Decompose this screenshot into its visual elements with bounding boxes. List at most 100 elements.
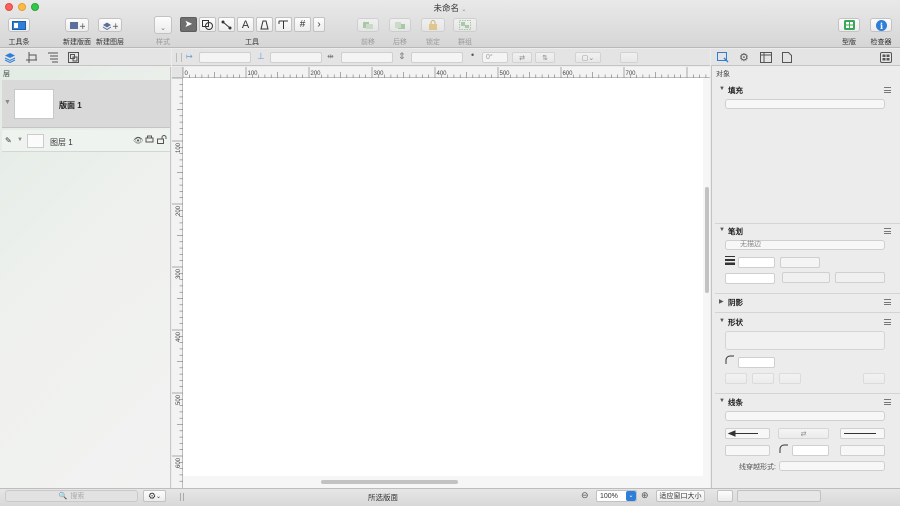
line-hop-label: 线穿越形式: [739, 464, 776, 471]
stroke-menu-icon[interactable] [884, 228, 891, 234]
canvases-tab[interactable] [26, 52, 37, 65]
layers-tab[interactable] [4, 52, 16, 65]
new-layer-button[interactable]: + [98, 18, 122, 32]
horizontal-ruler: 0 100 200 300 400 500 600 700 [172, 67, 710, 78]
style-button[interactable]: ⌄ [154, 16, 172, 34]
lock-button[interactable] [421, 18, 445, 32]
pencil-edit-icon[interactable]: ✎ [5, 136, 12, 145]
height-field[interactable] [411, 52, 463, 63]
shadow-disclosure-icon[interactable]: ▶ [719, 298, 724, 305]
zoom-out-icon[interactable]: ⊖ [581, 490, 589, 501]
group-button[interactable] [453, 18, 477, 32]
align-popup-button[interactable]: ▢⌄ [575, 52, 601, 63]
fill-menu-icon[interactable] [884, 87, 891, 93]
stroke-color-well[interactable] [780, 257, 820, 268]
flip-horizontal-button[interactable]: ⇄ [512, 52, 532, 63]
inspector-footer-field[interactable] [737, 490, 821, 502]
style-label: 样式 [156, 39, 170, 46]
window-title[interactable]: 未命名 ⌄ [0, 2, 900, 14]
stroke-width-field[interactable] [738, 257, 775, 268]
horizontal-scrollbar[interactable] [321, 480, 458, 484]
fill-disclosure-icon[interactable]: ▼ [719, 86, 725, 92]
diagram-text-tool-button[interactable] [275, 17, 292, 32]
layout-label: 型版 [842, 39, 856, 46]
gear-icon[interactable]: ⚙ [739, 51, 749, 64]
inspector-footer-button[interactable] [717, 490, 733, 502]
zoom-popup[interactable]: 100% ⌄ [596, 490, 637, 502]
layout-button[interactable] [838, 18, 860, 32]
line-bend-field[interactable] [792, 445, 829, 456]
text-tool-button[interactable]: A [237, 17, 254, 32]
shape-menu-icon[interactable] [884, 319, 891, 325]
corner-radius-field[interactable] [738, 357, 775, 368]
line-tail-popup[interactable] [840, 428, 885, 439]
document-tab[interactable] [782, 52, 792, 65]
shadow-menu-icon[interactable] [884, 299, 891, 305]
zoom-value: 100% [600, 493, 618, 500]
flip-vertical-button[interactable]: ⇅ [535, 52, 555, 63]
line-tail-scale-field[interactable] [840, 445, 885, 456]
toolbar-toggle-button[interactable] [8, 18, 30, 32]
stroke-disclosure-icon[interactable]: ▼ [719, 227, 725, 233]
swap-ends-button[interactable]: ⇄ [778, 428, 829, 439]
line-tool-button[interactable] [218, 17, 235, 32]
pen-tool-button[interactable] [256, 17, 273, 32]
stroke-pattern-field[interactable] [725, 273, 775, 284]
zoom-in-icon[interactable]: ⊕ [641, 490, 649, 501]
layout-grid-icon [843, 20, 855, 30]
properties-tab[interactable] [760, 52, 772, 65]
line-hop-popup[interactable] [779, 461, 885, 471]
line-head-popup[interactable] [725, 428, 770, 439]
shape-action-button-3[interactable] [779, 373, 801, 384]
line-head-scale-field[interactable] [725, 445, 770, 456]
inspector-grid-button[interactable] [880, 52, 892, 65]
fill-type-popup[interactable] [725, 99, 885, 109]
width-field[interactable] [341, 52, 393, 63]
search-input[interactable]: 🔍 搜索 [5, 490, 138, 502]
lock-label: 锁定 [426, 39, 440, 46]
selection-tool-button[interactable]: ➤ [180, 17, 197, 32]
ruler-label: 600 [176, 457, 182, 468]
inspector-button[interactable]: i [870, 18, 892, 32]
chevron-down-icon: ⌄ [156, 493, 162, 500]
canvas-name[interactable]: 版面 1 [59, 100, 82, 111]
split-handle[interactable] [180, 493, 184, 501]
shape-picker[interactable] [725, 331, 885, 350]
more-tools-button[interactable]: › [313, 17, 325, 32]
visibility-eye-icon[interactable]: 👁 [133, 136, 143, 145]
drawing-canvas[interactable] [183, 78, 703, 476]
send-backward-button[interactable] [389, 18, 411, 32]
rotation-field[interactable]: 0° [482, 52, 508, 63]
fill-section-title: 填充 [728, 86, 743, 95]
extra-geometry-button[interactable] [620, 52, 638, 63]
lines-disclosure-icon[interactable]: ▼ [719, 398, 725, 404]
lines-menu-icon[interactable] [884, 399, 891, 405]
disclosure-triangle-icon[interactable]: ▼ [4, 99, 11, 106]
grid-tool-button[interactable]: # [294, 17, 311, 32]
fit-window-button[interactable]: 适应窗口大小 [656, 490, 705, 502]
object-inspector-tab[interactable] [717, 52, 729, 65]
shape-action-button-4[interactable] [863, 373, 885, 384]
shape-disclosure-icon[interactable]: ▼ [719, 318, 725, 324]
shape-tool-button[interactable] [199, 17, 216, 32]
selection-tab[interactable] [68, 52, 79, 65]
stroke-type-popup[interactable]: 无描边 [725, 240, 885, 250]
stroke-cap-segment[interactable] [835, 272, 885, 283]
shape-action-button-1[interactable] [725, 373, 747, 384]
drag-handle[interactable] [176, 53, 182, 62]
outline-tab[interactable] [47, 52, 59, 65]
x-position-field[interactable] [199, 52, 251, 63]
y-position-field[interactable] [270, 52, 322, 63]
disclosure-triangle-icon[interactable]: ▼ [17, 137, 23, 143]
unlock-icon[interactable] [157, 135, 168, 146]
new-canvas-button[interactable]: + [65, 18, 89, 32]
line-type-popup[interactable] [725, 411, 885, 421]
bring-forward-button[interactable] [357, 18, 379, 32]
printable-icon[interactable] [145, 135, 154, 146]
shape-action-button-2[interactable] [752, 373, 774, 384]
settings-action-button[interactable]: ⚙ ⌄ [143, 490, 166, 502]
vertical-scrollbar[interactable] [705, 187, 709, 293]
layer-name[interactable]: 图层 1 [50, 137, 73, 148]
stroke-corner-segment[interactable] [782, 272, 830, 283]
ruler-corner [172, 67, 183, 78]
